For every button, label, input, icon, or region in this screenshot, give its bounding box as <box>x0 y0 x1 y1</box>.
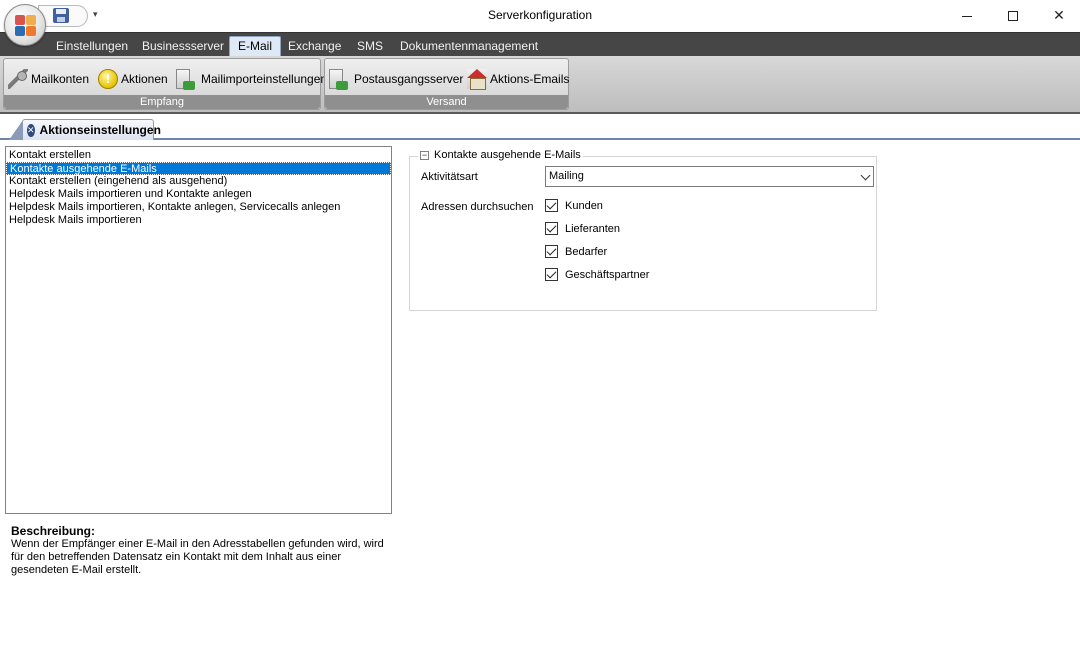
tab-sms[interactable]: SMS <box>349 37 391 57</box>
aktionen-label: Aktionen <box>121 72 168 86</box>
exclamation-icon <box>98 69 118 89</box>
checkbox-checked-icon[interactable] <box>545 245 558 258</box>
close-window-button[interactable]: ✕ <box>1036 0 1080 30</box>
tab-dokumentenmanagement[interactable]: Dokumentenmanagement <box>392 37 546 57</box>
window-title: Serverkonfiguration <box>487 8 593 22</box>
collapse-icon[interactable]: − <box>420 150 429 160</box>
checkbox-label: Bedarfer <box>565 245 608 258</box>
close-icon: ✕ <box>1053 7 1065 23</box>
checkbox-label: Lieferanten <box>565 222 621 235</box>
list-item[interactable]: Helpdesk Mails importieren und Kontakte … <box>6 188 391 201</box>
main-content: Kontakt erstellen Kontakte ausgehende E-… <box>0 142 1080 672</box>
tab-businessserver[interactable]: Businessserver <box>134 37 232 57</box>
description-text: Wenn der Empfänger einer E-Mail in den A… <box>11 538 384 576</box>
maximize-button[interactable] <box>990 0 1036 30</box>
checkbox-geschaeftspartner[interactable]: Geschäftspartner <box>545 268 649 281</box>
doc-tab-aktionseinstellungen[interactable]: ✕ Aktionseinstellungen <box>9 119 161 140</box>
server-export-icon <box>329 69 348 90</box>
list-item[interactable]: Kontakt erstellen <box>6 149 391 162</box>
doc-tab-label: Aktionseinstellungen <box>39 123 161 137</box>
description-title: Beschreibung: <box>11 524 96 538</box>
checkbox-bedarfer[interactable]: Bedarfer <box>545 245 607 258</box>
ribbon-group-versand: Postausgangsserver Aktions-Emails Versan… <box>324 58 569 110</box>
chevron-down-icon[interactable] <box>860 170 871 181</box>
app-logo-icon-part <box>15 26 25 36</box>
checkbox-checked-icon[interactable] <box>545 199 558 212</box>
activity-type-value: Mailing <box>549 170 584 182</box>
app-logo-icon-part <box>26 26 36 36</box>
settings-group-header: − Kontakte ausgehende E-Mails <box>418 149 583 161</box>
mailimporteinstellungen-label: Mailimporteinstellungen <box>201 72 328 86</box>
checkbox-label: Kunden <box>565 199 603 212</box>
document-tab-strip: ✕ Aktionseinstellungen <box>0 116 1080 140</box>
checkbox-checked-icon[interactable] <box>545 222 558 235</box>
aktions-emails-button[interactable]: Aktions-Emails <box>467 67 569 91</box>
postausgangsserver-label: Postausgangsserver <box>354 72 464 86</box>
description-panel: Beschreibung: Wenn der Empfänger einer E… <box>0 518 405 672</box>
search-addresses-label: Adressen durchsuchen <box>421 201 534 213</box>
tab-einstellungen[interactable]: Einstellungen <box>48 37 136 57</box>
minimize-icon <box>962 15 972 17</box>
ribbon-group-label-versand: Versand <box>325 95 568 109</box>
minimize-button[interactable] <box>944 0 990 30</box>
activity-type-label: Aktivitätsart <box>421 171 478 183</box>
list-item[interactable]: Helpdesk Mails importieren, Kontakte anl… <box>6 201 391 214</box>
aktionen-button[interactable]: Aktionen <box>98 67 168 91</box>
key-icon <box>8 69 28 89</box>
list-item[interactable]: Helpdesk Mails importieren <box>6 214 391 227</box>
ribbon: Mailkonten Aktionen Mailimporteinstellun… <box>0 56 1080 114</box>
title-bar: ▾ Serverkonfiguration ✕ <box>0 0 1080 32</box>
tab-exchange[interactable]: Exchange <box>280 37 349 57</box>
ribbon-group-empfang: Mailkonten Aktionen Mailimporteinstellun… <box>3 58 327 110</box>
list-item[interactable]: Kontakt erstellen (eingehend als ausgehe… <box>6 175 391 188</box>
house-mail-icon <box>467 69 487 90</box>
checkbox-kunden[interactable]: Kunden <box>545 199 603 212</box>
server-import-icon <box>176 69 195 90</box>
ribbon-group-label-empfang: Empfang <box>4 95 320 109</box>
close-tab-icon[interactable]: ✕ <box>27 123 35 137</box>
app-logo-icon <box>15 15 25 25</box>
tab-email[interactable]: E-Mail <box>229 36 282 57</box>
mailimporteinstellungen-button[interactable]: Mailimporteinstellungen <box>176 67 327 91</box>
actions-listbox[interactable]: Kontakt erstellen Kontakte ausgehende E-… <box>5 146 392 514</box>
list-item[interactable]: Kontakte ausgehende E-Mails <box>6 162 391 175</box>
mailkonten-button[interactable]: Mailkonten <box>8 67 89 91</box>
maximize-icon <box>1008 11 1018 22</box>
activity-type-select[interactable]: Mailing <box>545 166 874 187</box>
app-logo-icon-part <box>26 15 36 25</box>
ribbon-tab-bar: Einstellungen Businessserver E-Mail Exch… <box>0 32 1080 57</box>
checkbox-label: Geschäftspartner <box>565 268 650 281</box>
checkbox-lieferanten[interactable]: Lieferanten <box>545 222 620 235</box>
postausgangsserver-button[interactable]: Postausgangsserver <box>329 67 463 91</box>
checkbox-checked-icon[interactable] <box>545 268 558 281</box>
aktions-emails-label: Aktions-Emails <box>490 72 570 86</box>
application-menu-button[interactable] <box>4 4 46 46</box>
mailkonten-label: Mailkonten <box>31 72 90 86</box>
settings-group-title: Kontakte ausgehende E-Mails <box>434 149 581 161</box>
